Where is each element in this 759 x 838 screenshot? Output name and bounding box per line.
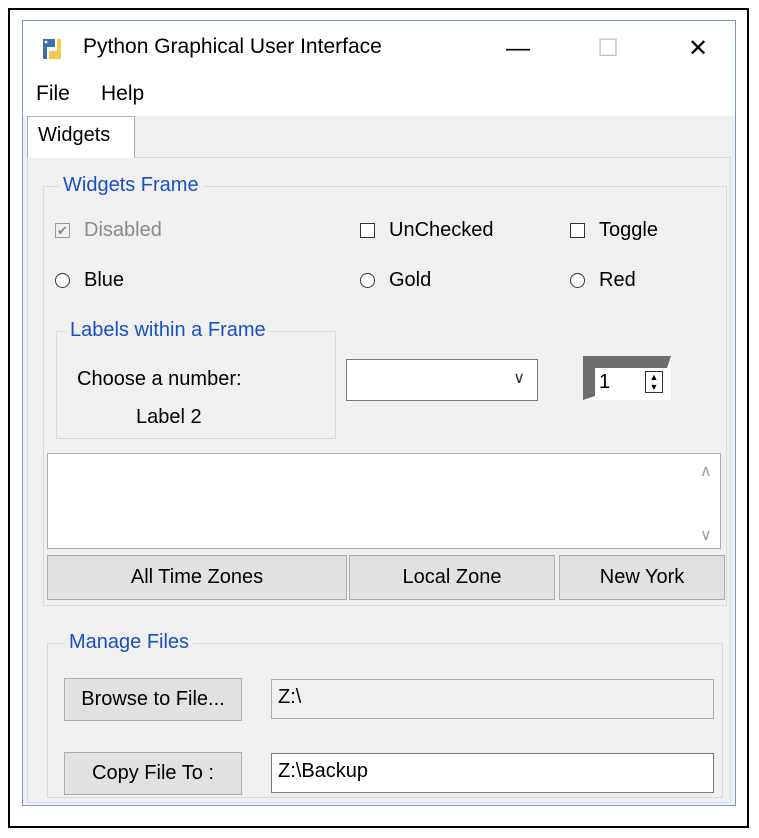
scrolled-text-area[interactable] bbox=[47, 453, 721, 549]
chevron-down-icon[interactable]: ∨ bbox=[513, 368, 525, 388]
unchecked-checkbox[interactable]: UnChecked bbox=[360, 219, 494, 242]
spin-up-icon[interactable]: ▲ bbox=[646, 372, 662, 382]
minimize-button[interactable]: — bbox=[478, 21, 558, 76]
checkbox-empty-icon bbox=[360, 223, 375, 238]
toggle-checkbox-label: Toggle bbox=[599, 219, 658, 241]
spin-down-icon[interactable]: ▼ bbox=[646, 382, 662, 392]
menu-bar: File Help bbox=[23, 76, 735, 116]
menu-help[interactable]: Help bbox=[101, 82, 144, 106]
scroll-down-icon[interactable]: ∨ bbox=[700, 525, 712, 545]
spinbox-arrows[interactable]: ▲ ▼ bbox=[645, 371, 663, 393]
disabled-checkbox[interactable]: ✔ Disabled bbox=[55, 219, 162, 242]
maximize-icon: ☐ bbox=[597, 35, 619, 62]
spinbox-container: 1 ▲ ▼ bbox=[571, 346, 683, 410]
radio-red-label: Red bbox=[599, 269, 636, 291]
new-york-button[interactable]: New York bbox=[559, 555, 725, 600]
copy-file-button[interactable]: Copy File To : bbox=[64, 752, 242, 795]
radio-icon bbox=[570, 273, 585, 288]
manage-files-title: Manage Files bbox=[65, 631, 194, 654]
toggle-checkbox[interactable]: Toggle bbox=[570, 219, 658, 242]
spinbox-value[interactable]: 1 bbox=[599, 371, 610, 394]
unchecked-checkbox-label: UnChecked bbox=[389, 219, 494, 241]
copy-destination-field[interactable]: Z:\Backup bbox=[271, 753, 714, 793]
minimize-icon: — bbox=[506, 34, 530, 62]
radio-blue[interactable]: Blue bbox=[55, 269, 124, 292]
radio-icon bbox=[360, 273, 375, 288]
radio-blue-label: Blue bbox=[84, 269, 125, 291]
close-icon: ✕ bbox=[687, 35, 709, 62]
menu-file[interactable]: File bbox=[36, 82, 70, 106]
app-window: Python Graphical User Interface — ☐ ✕ Fi… bbox=[22, 20, 736, 806]
radio-gold-label: Gold bbox=[389, 269, 432, 291]
number-combobox[interactable]: ∨ bbox=[346, 359, 538, 401]
browse-file-button[interactable]: Browse to File... bbox=[64, 678, 242, 721]
radio-gold[interactable]: Gold bbox=[360, 269, 431, 292]
title-bar: Python Graphical User Interface — ☐ ✕ bbox=[23, 21, 735, 76]
browse-path-field[interactable]: Z:\ bbox=[271, 679, 714, 719]
all-time-zones-button[interactable]: All Time Zones bbox=[47, 555, 347, 600]
number-spinbox[interactable]: 1 ▲ ▼ bbox=[583, 356, 671, 400]
radio-icon bbox=[55, 273, 70, 288]
checkbox-empty-icon bbox=[570, 223, 585, 238]
disabled-checkbox-label: Disabled bbox=[84, 219, 162, 241]
local-zone-button[interactable]: Local Zone bbox=[349, 555, 555, 600]
labels-frame-title: Labels within a Frame bbox=[66, 319, 270, 342]
label-2: Label 2 bbox=[136, 406, 202, 428]
radio-red[interactable]: Red bbox=[570, 269, 636, 292]
maximize-button[interactable]: ☐ bbox=[568, 21, 648, 76]
scroll-up-icon[interactable]: ∧ bbox=[700, 461, 712, 481]
close-button[interactable]: ✕ bbox=[658, 21, 738, 76]
widgets-frame-title: Widgets Frame bbox=[59, 174, 203, 197]
python-app-icon bbox=[43, 39, 61, 59]
choose-number-label: Choose a number: bbox=[77, 368, 242, 390]
checkbox-checked-icon: ✔ bbox=[55, 223, 70, 238]
tab-widgets[interactable]: Widgets bbox=[27, 116, 135, 158]
window-title: Python Graphical User Interface bbox=[83, 35, 382, 58]
